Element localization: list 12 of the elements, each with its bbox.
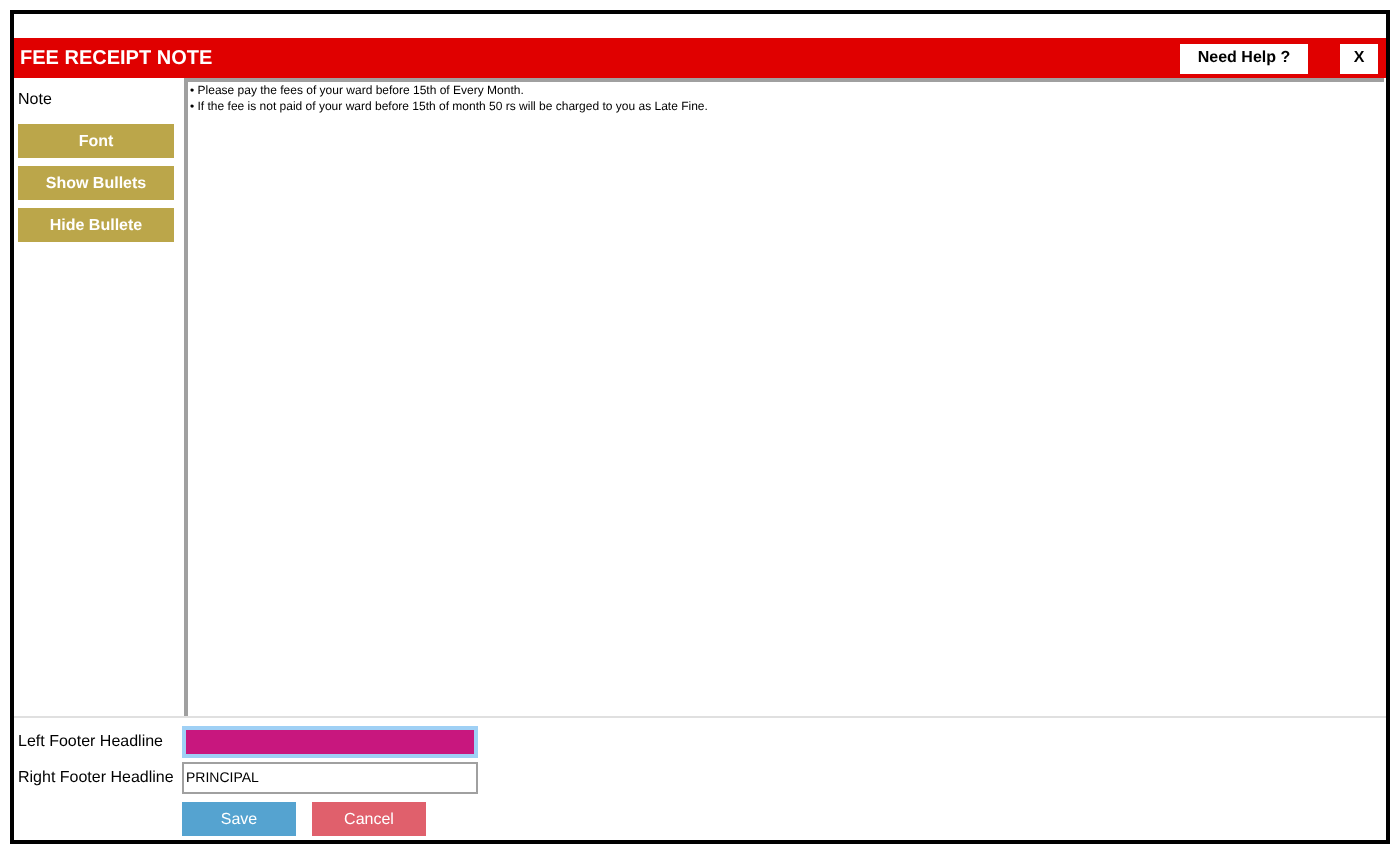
- close-button[interactable]: X: [1340, 43, 1378, 73]
- window-title: FEE RECEIPT NOTE: [20, 45, 213, 73]
- cancel-button[interactable]: Cancel: [312, 802, 426, 836]
- note-label: Note: [18, 88, 54, 112]
- field-label: Left Footer Headline: [16, 730, 165, 754]
- sidebar-button[interactable]: Hide Bullete: [18, 208, 174, 242]
- sidebar-button[interactable]: Show Bullets: [18, 166, 174, 200]
- save-button[interactable]: Save: [182, 802, 296, 836]
- field-label: Right Footer Headline: [16, 766, 176, 790]
- text-input[interactable]: [182, 726, 478, 758]
- sidebar-button[interactable]: Font: [18, 124, 174, 158]
- help-button[interactable]: Need Help ?: [1180, 43, 1308, 73]
